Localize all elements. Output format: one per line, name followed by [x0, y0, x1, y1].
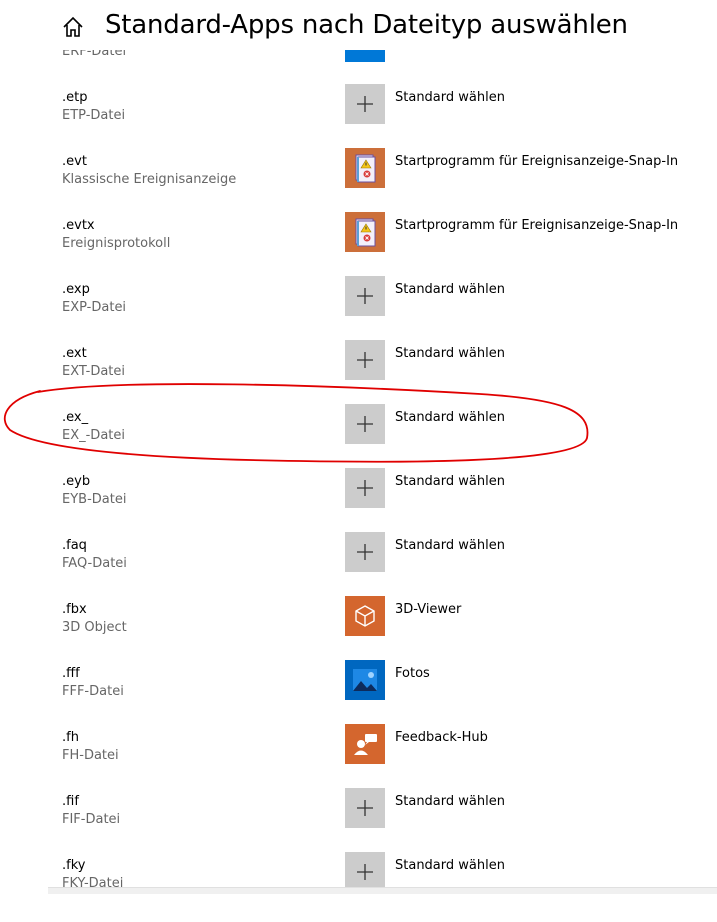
file-extension: .exp	[62, 282, 90, 297]
choose-default-button[interactable]	[345, 340, 385, 380]
file-extension: .ext	[62, 346, 87, 361]
feedback-person-icon	[354, 734, 377, 755]
file-description: Klassische Ereignisanzeige	[62, 172, 237, 187]
file-description: FFF-Datei	[62, 684, 124, 699]
event-viewer-app-button[interactable]	[345, 148, 385, 188]
plus-icon	[357, 800, 373, 816]
choose-default-button[interactable]	[345, 532, 385, 572]
home-button[interactable]	[60, 14, 86, 40]
default-app-label[interactable]: Standard wählen	[395, 90, 505, 105]
default-app-label[interactable]: Standard wählen	[395, 474, 505, 489]
choose-default-button[interactable]	[345, 404, 385, 444]
choose-default-button[interactable]	[345, 788, 385, 828]
default-app-label[interactable]: Standard wählen	[395, 538, 505, 553]
plus-icon	[357, 480, 373, 496]
default-app-label[interactable]: Standard wählen	[395, 858, 505, 873]
file-type-row-evt: .evt Klassische Ereignisanzeige Startpro…	[0, 148, 717, 218]
default-app-label[interactable]: Startprogramm für Ereignisanzeige-Snap-I…	[395, 154, 678, 169]
plus-icon	[357, 352, 373, 368]
file-extension: .fky	[62, 858, 86, 873]
file-type-row-etp: .etp ETP-Datei Standard wählen	[0, 84, 717, 154]
file-extension: .fbx	[62, 602, 87, 617]
file-description: EXT-Datei	[62, 364, 126, 379]
plus-icon	[357, 288, 373, 304]
file-extension: .eyb	[62, 474, 91, 489]
file-extension: .evtx	[62, 218, 95, 233]
event-log-icon	[355, 154, 376, 183]
file-type-row-evtx: .evtx Ereignisprotokoll Startprogramm fü…	[0, 212, 717, 282]
choose-default-button[interactable]	[345, 84, 385, 124]
file-type-row-exp: .exp EXP-Datei Standard wählen	[0, 276, 717, 346]
plus-icon	[357, 416, 373, 432]
file-type-row-ext: .ext EXT-Datei Standard wählen	[0, 340, 717, 410]
file-extension: .fh	[62, 730, 79, 745]
default-app-label[interactable]: Standard wählen	[395, 410, 505, 425]
file-description: FH-Datei	[62, 748, 119, 763]
file-description: ETP-Datei	[62, 108, 126, 123]
file-extension: .fif	[62, 794, 79, 809]
default-app-label[interactable]: Startprogramm für Ereignisanzeige-Snap-I…	[395, 218, 678, 233]
home-icon	[63, 16, 83, 37]
file-type-row-fh: .fh FH-Datei Feedback-Hub	[0, 724, 717, 794]
default-app-label[interactable]: Feedback-Hub	[395, 730, 488, 745]
default-app-label[interactable]: Standard wählen	[395, 282, 505, 297]
file-type-list: ERF-Datei .etp ETP-Datei Standard wählen…	[0, 0, 717, 893]
file-extension: .faq	[62, 538, 87, 553]
photos-icon	[353, 669, 377, 691]
file-description: Ereignisprotokoll	[62, 236, 171, 251]
plus-icon	[357, 864, 373, 880]
file-description: 3D Object	[62, 620, 127, 635]
file-extension: .ex_	[62, 410, 89, 425]
default-app-label[interactable]: 3D-Viewer	[395, 602, 461, 617]
file-description: FAQ-Datei	[62, 556, 127, 571]
photos-app-button[interactable]	[345, 660, 385, 700]
file-description: FIF-Datei	[62, 812, 121, 827]
file-description: EX_-Datei	[62, 428, 125, 443]
file-type-row-fbx: .fbx 3D Object 3D-Viewer	[0, 596, 717, 666]
choose-default-button[interactable]	[345, 852, 385, 892]
event-log-icon	[355, 218, 376, 247]
choose-default-button[interactable]	[345, 276, 385, 316]
feedback-hub-app-button[interactable]	[345, 724, 385, 764]
file-type-row-fff: .fff FFF-Datei Fotos	[0, 660, 717, 730]
page-header: Standard-Apps nach Dateityp auswählen	[0, 0, 717, 50]
plus-icon	[357, 96, 373, 112]
choose-default-button[interactable]	[345, 468, 385, 508]
file-description: EYB-Datei	[62, 492, 127, 507]
file-extension: .fff	[62, 666, 80, 681]
3d-cube-icon	[355, 605, 375, 627]
file-extension: .evt	[62, 154, 87, 169]
3d-viewer-app-button[interactable]	[345, 596, 385, 636]
event-viewer-app-button[interactable]	[345, 212, 385, 252]
default-app-label[interactable]: Fotos	[395, 666, 430, 681]
default-app-label[interactable]: Standard wählen	[395, 794, 505, 809]
default-app-label[interactable]: Standard wählen	[395, 346, 505, 361]
file-type-row-eyb: .eyb EYB-Datei Standard wählen	[0, 468, 717, 538]
file-type-row-faq: .faq FAQ-Datei Standard wählen	[0, 532, 717, 602]
page-title: Standard-Apps nach Dateityp auswählen	[105, 10, 628, 40]
file-extension: .etp	[62, 90, 88, 105]
file-description: EXP-Datei	[62, 300, 127, 315]
file-type-row-ex_: .ex_ EX_-Datei Standard wählen	[0, 404, 717, 474]
plus-icon	[357, 544, 373, 560]
file-type-row-fif: .fif FIF-Datei Standard wählen	[0, 788, 717, 858]
